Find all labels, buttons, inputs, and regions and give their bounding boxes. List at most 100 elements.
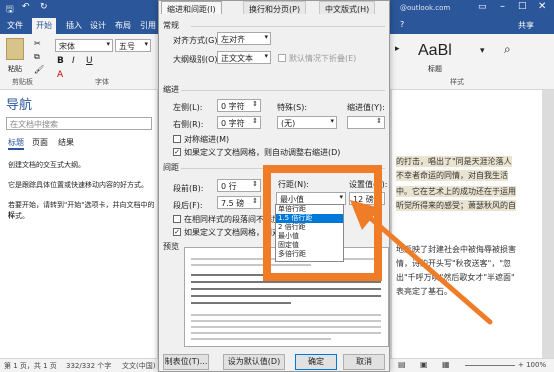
underline-icon[interactable]: U [86,56,93,66]
nav-hint-line: 它是跟踪具体位置或快速移动内容的好方式。 [8,181,148,189]
nav-search-input[interactable]: 在文档中搜索 [6,117,152,130]
section-spacing: 间距 [163,163,179,172]
spinner-icon[interactable]: ⇕ [252,117,258,125]
italic-icon[interactable]: I [72,56,75,66]
line-spacing-dropdown: 单倍行距 1.5 倍行距 2 倍行距 最小值 固定值 多倍行距 [275,204,344,262]
alignment-label: 对齐方式(G): [173,36,221,45]
web-layout-icon[interactable]: ▦ [442,360,450,369]
left-indent-value: 0 字符 [221,102,245,111]
redo-icon[interactable]: ↻ [40,2,48,12]
line-spacing-option[interactable]: 多倍行距 [276,250,343,259]
spinner-icon[interactable]: ⇕ [376,117,382,125]
auto-indent-checkbox[interactable]: ✓ [173,148,181,156]
auto-indent-label: 如果定义了文档网格，则自动调整右缩进(D) [184,148,341,157]
paste-icon[interactable] [6,38,24,60]
alignment-value: 左对齐 [221,35,245,44]
special-value: (无) [281,119,296,128]
special-label: 特殊(S): [277,103,308,112]
chevron-down-icon: ▾ [330,117,334,125]
group-clipboard-label: 剪贴板 [12,78,33,86]
line-spacing-option[interactable]: 2 倍行距 [276,223,343,232]
print-layout-icon[interactable]: ▣ [420,360,428,369]
copy-icon[interactable]: ⧉ [34,52,40,62]
no-space-checkbox[interactable] [173,215,181,223]
spacing-after-input[interactable]: 7.5 磅 ⇕ [217,196,261,209]
special-select[interactable]: (无) ▾ [277,116,337,129]
editing-icon[interactable]: ⌕ [504,42,511,57]
line-spacing-option[interactable]: 最小值 [276,232,343,241]
outline-level-label: 大纲级别(O): [173,55,221,64]
maximize-icon[interactable]: □ [518,1,527,11]
preview-line [191,332,381,334]
zoom-slider[interactable] [465,365,515,366]
line-spacing-option[interactable]: 单倍行距 [276,205,343,214]
indent-value-input[interactable]: ⇕ [347,116,385,129]
language-status[interactable]: 文文(中国) [122,361,155,371]
spinner-icon[interactable]: ⇕ [252,100,258,108]
font-color-icon[interactable]: A [57,70,63,80]
ok-button[interactable]: 确定 [295,354,337,370]
outline-level-select[interactable]: 正文文本 ▾ [217,51,271,64]
chevron-down-icon: ▾ [144,40,148,48]
style-name-label: 标题 [428,65,442,73]
styles-more-icon[interactable]: ▾ [480,46,485,56]
tab-design[interactable]: 设计 [90,20,106,31]
account-label: @outlook.com [400,4,451,12]
preview-line [191,338,331,340]
spacing-after-value: 7.5 磅 [221,199,245,208]
line-spacing-option[interactable]: 固定值 [276,241,343,250]
set-default-button[interactable]: 设为默认值(D) [223,354,285,370]
collapse-label: 默认情况下折叠(E) [289,54,357,63]
nav-tab-results[interactable]: 结果 [58,137,74,148]
spinner-icon[interactable]: ⇕ [252,180,258,188]
section-indent: 缩进 [163,85,179,94]
mirror-indent-checkbox[interactable] [173,135,181,143]
alignment-select[interactable]: 左对齐 ▾ [217,32,271,45]
minimize-icon[interactable]: – [500,1,505,12]
line-spacing-option-selected[interactable]: 1.5 倍行距 [276,214,343,223]
nav-tab-pages[interactable]: 页面 [32,137,48,148]
styles-scroll-icon[interactable]: ▸ [395,44,400,54]
collapse-checkbox[interactable] [278,54,286,62]
snap-grid-checkbox[interactable]: ✓ [173,228,181,236]
spacing-before-value: 0 行 [221,182,237,191]
tab-line-page-breaks[interactable]: 换行和分页(P) [243,1,307,14]
tab-asian-typography[interactable]: 中文版式(H) [319,1,376,14]
nav-title: 导航 [6,98,33,113]
tabs-button[interactable]: 制表位(T)... [163,354,209,370]
tab-references[interactable]: 引用 [140,20,156,31]
style-preview[interactable]: AaBl [418,42,452,60]
tab-layout[interactable]: 布局 [115,20,131,31]
left-indent-input[interactable]: 0 字符 ⇕ [217,99,261,112]
tab-file[interactable]: 文件 [7,20,23,31]
preview-line [191,302,291,304]
cut-icon[interactable]: ✂ [34,39,41,48]
nav-hint-line: 样式。 [8,212,29,220]
right-indent-input[interactable]: 0 字符 ⇕ [217,116,261,129]
tab-indent-spacing[interactable]: 缩进和间距(I) [161,1,222,14]
tab-insert[interactable]: 插入 [66,20,82,31]
paste-label: 粘贴 [8,65,22,73]
font-size-box[interactable]: 五号 ▾ [115,39,151,52]
doc-line: 不幸者命运的同情，对自我生活 [396,170,508,181]
nav-hint-line: 创建文档的交互式大纲。 [8,161,85,169]
indent-value-label: 缩进值(Y): [347,103,385,112]
cancel-button[interactable]: 取消 [343,354,385,370]
font-name-box[interactable]: 宋体 ▾ [55,39,113,52]
tab-home[interactable]: 开始 [32,18,56,34]
word-count[interactable]: 332/332 个字 [66,361,111,371]
zoom-level[interactable]: + 100% [518,361,546,369]
spinner-icon[interactable]: ⇕ [252,197,258,205]
close-icon[interactable]: ✕ [538,1,546,12]
format-painter-icon[interactable]: 🖌 [34,65,44,74]
undo-icon[interactable]: ↶ [22,2,30,12]
spacing-before-input[interactable]: 0 行 ⇕ [217,179,261,192]
ribbon-display-icon[interactable]: ▭ [478,2,487,12]
bold-icon[interactable]: B [57,56,64,66]
nav-tab-headings[interactable]: 标题 [8,137,24,150]
save-icon[interactable]: 🖫 [6,2,14,18]
page-count[interactable]: 第 1 页，共 1 页 [4,361,57,371]
read-mode-icon[interactable]: ▤ [398,360,406,369]
help-icon[interactable]: ? [400,20,404,29]
share-button[interactable]: 共享 [518,20,534,31]
